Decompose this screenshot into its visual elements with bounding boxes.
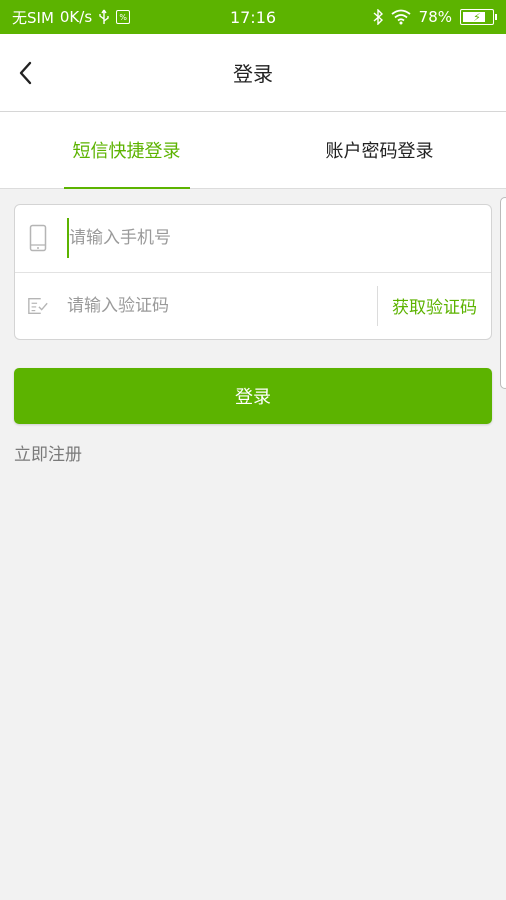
status-bar: 无SIM 0K/s % 17:16 78% ⚡ <box>0 0 506 34</box>
bluetooth-icon <box>373 9 383 25</box>
back-button[interactable] <box>10 53 40 93</box>
carrier-label: 无SIM <box>12 8 54 27</box>
code-input[interactable] <box>67 285 377 326</box>
tab-sms-login-label: 短信快捷登录 <box>72 141 181 162</box>
phone-icon <box>27 223 49 253</box>
battery-percent: 78% <box>418 8 452 26</box>
side-edge-handle[interactable] <box>500 197 506 389</box>
phone-row <box>15 205 491 272</box>
login-button[interactable]: 登录 <box>14 368 492 424</box>
usb-icon <box>98 9 110 25</box>
page-title: 登录 <box>233 62 273 86</box>
sim-manager-icon: % <box>116 10 131 24</box>
wifi-icon <box>391 9 411 25</box>
chevron-left-icon <box>19 61 32 84</box>
battery-icon: ⚡ <box>460 9 497 25</box>
status-right: 78% ⚡ <box>373 8 497 26</box>
status-left: 无SIM 0K/s % <box>12 7 131 28</box>
nav-bar: 登录 <box>0 34 506 112</box>
get-code-button[interactable]: 获取验证码 <box>377 285 491 326</box>
tab-password-login-label: 账户密码登录 <box>325 141 434 162</box>
net-speed: 0K/s <box>59 8 93 26</box>
login-form: 获取验证码 <box>14 204 492 340</box>
register-link[interactable]: 立即注册 <box>14 440 82 465</box>
login-tabs: 短信快捷登录 账户密码登录 <box>0 112 506 189</box>
tab-sms-login[interactable]: 短信快捷登录 <box>0 112 253 189</box>
active-tab-indicator <box>63 187 190 189</box>
phone-input[interactable] <box>67 218 491 259</box>
verification-code-icon <box>27 291 49 321</box>
code-row: 获取验证码 <box>15 271 491 340</box>
tab-password-login[interactable]: 账户密码登录 <box>253 112 506 188</box>
